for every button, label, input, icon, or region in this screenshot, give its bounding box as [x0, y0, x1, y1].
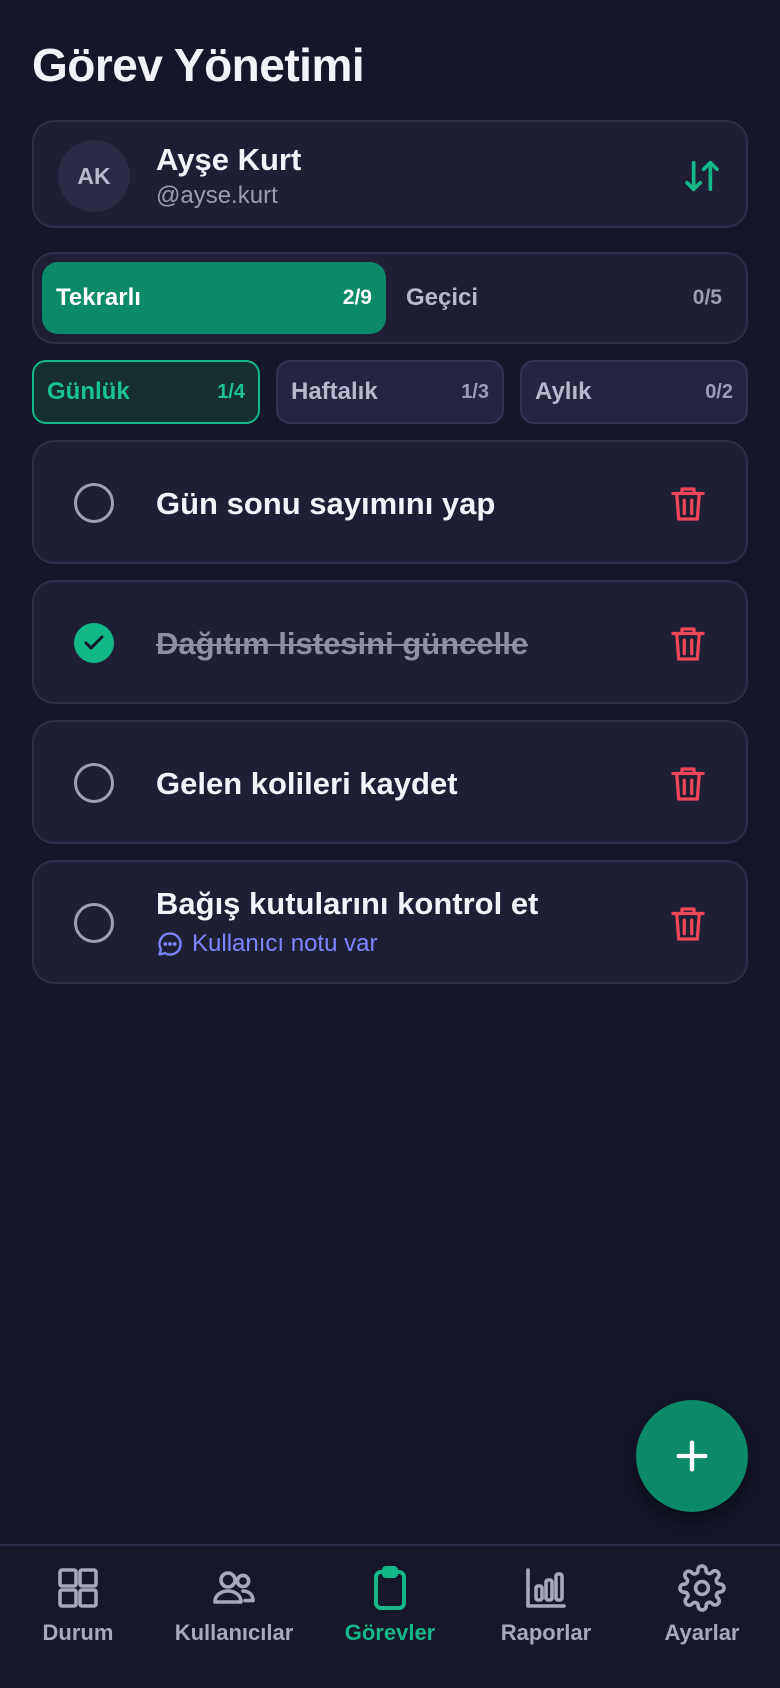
tab-label: Haftalık: [291, 378, 378, 405]
task-item[interactable]: Gelen kolileri kaydet: [32, 720, 748, 844]
page-title: Görev Yönetimi: [32, 39, 365, 91]
nav-item-raporlar[interactable]: Raporlar: [468, 1564, 624, 1654]
chat-bubble-icon: [158, 932, 182, 956]
task-note-indicator[interactable]: Kullanıcı notu var: [156, 930, 377, 958]
tab-count: 2/9: [342, 286, 372, 309]
tab-label: Günlük: [47, 378, 130, 405]
nav-label: Raporlar: [500, 1620, 592, 1645]
trash-icon[interactable]: [670, 764, 706, 804]
sort-button[interactable]: [680, 154, 724, 198]
task-item[interactable]: Dağıtım listesini güncelle: [32, 580, 748, 704]
grid-icon: [58, 1568, 98, 1608]
trash-icon[interactable]: [670, 904, 706, 944]
user-card: AK Ayşe Kurt @ayse.kurt: [32, 120, 748, 228]
task-type-tabs: Tekrarlı 2/9 Geçici 0/5: [32, 252, 748, 344]
gear-icon: [678, 1564, 726, 1612]
task-title: Gün sonu sayımını yap: [156, 486, 496, 521]
sort-arrows-icon: [685, 160, 719, 192]
tab-count: 0/5: [692, 286, 722, 309]
add-task-button[interactable]: [636, 1400, 748, 1512]
tab-count: 0/2: [705, 380, 733, 403]
plus-icon: [676, 1440, 708, 1472]
nav-item-ayarlar[interactable]: Ayarlar: [624, 1564, 780, 1654]
tab-label: Aylık: [535, 378, 592, 405]
nav-label: Kullanıcılar: [174, 1620, 294, 1645]
nav-item-gorevler[interactable]: Görevler: [312, 1564, 468, 1654]
tab-daily[interactable]: Günlük 1/4: [32, 360, 260, 424]
trash-icon[interactable]: [670, 624, 706, 664]
task-item[interactable]: Bağış kutularını kontrol et Kullanıcı no…: [32, 860, 748, 984]
check-icon: [84, 635, 104, 650]
nav-label: Ayarlar: [664, 1620, 740, 1645]
tab-monthly[interactable]: Aylık 0/2: [520, 360, 748, 424]
tab-label: Tekrarlı: [56, 284, 141, 311]
avatar: AK: [58, 140, 130, 212]
tab-count: 1/3: [461, 380, 489, 403]
period-tabs: Günlük 1/4 Haftalık 1/3 Aylık 0/2: [32, 360, 748, 424]
trash-icon[interactable]: [670, 484, 706, 524]
tab-count: 1/4: [217, 380, 245, 403]
nav-label: Görevler: [344, 1620, 436, 1645]
nav-item-durum[interactable]: Durum: [0, 1564, 156, 1654]
task-title: Dağıtım listesini güncelle: [156, 626, 529, 661]
task-title: Gelen kolileri kaydet: [156, 766, 458, 801]
note-label: Kullanıcı notu var: [192, 930, 378, 957]
nav-item-kullanicilar[interactable]: Kullanıcılar: [156, 1564, 312, 1654]
task-checkbox[interactable]: [74, 483, 114, 523]
tab-label: Geçici: [406, 284, 479, 311]
task-management-screen: Görev Yönetimi AK Ayşe Kurt @ayse.kurt T…: [0, 0, 780, 1688]
tab-recurring[interactable]: Tekrarlı 2/9: [42, 262, 386, 334]
clipboard-icon: [374, 1566, 406, 1610]
bar-chart-icon: [526, 1568, 566, 1608]
task-checkbox-checked[interactable]: [74, 623, 114, 663]
user-name: Ayşe Kurt: [156, 142, 302, 177]
task-checkbox[interactable]: [74, 903, 114, 943]
tab-weekly[interactable]: Haftalık 1/3: [276, 360, 504, 424]
task-item[interactable]: Gün sonu sayımını yap: [32, 440, 748, 564]
task-title: Bağış kutularını kontrol et: [156, 886, 539, 921]
nav-label: Durum: [42, 1620, 114, 1645]
task-checkbox[interactable]: [74, 763, 114, 803]
bottom-navigation: Durum Kullanıcılar Görevler Raporlar Aya…: [0, 1544, 780, 1688]
users-icon: [213, 1571, 255, 1604]
user-handle: @ayse.kurt: [156, 182, 278, 209]
tab-temporary[interactable]: Geçici 0/5: [392, 262, 736, 334]
